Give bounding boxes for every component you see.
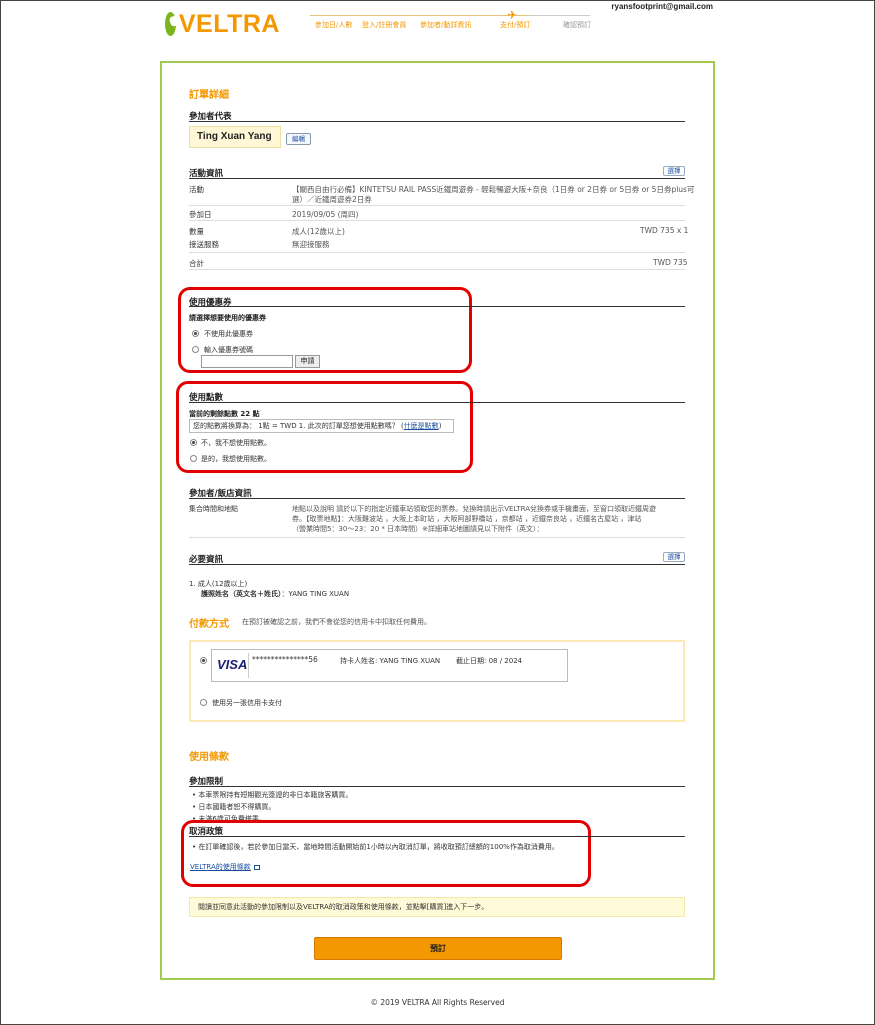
divider (189, 269, 685, 270)
coupon-code-label[interactable]: 輸入優惠券號碼 (204, 345, 253, 355)
order-title: 訂單詳細 (189, 90, 229, 101)
quantity-value: 成人(12歲以上) (292, 227, 345, 236)
date-label: 參加日 (189, 210, 212, 219)
points-yes-label[interactable]: 是的，我想使用點數。 (201, 454, 271, 464)
cancel-item: • 在訂單確認後，若於參加日當天、當地時間活動開始前1小時以內取消訂單，將收取預… (192, 843, 559, 851)
total-value: TWD 735 (653, 258, 688, 267)
other-card-radio[interactable] (200, 699, 207, 706)
edit-button[interactable]: 編輯 (286, 133, 311, 145)
divider (189, 252, 685, 253)
points-no-label[interactable]: 不，我不想使用點數。 (201, 438, 271, 448)
divider (189, 836, 685, 837)
points-yes-radio[interactable] (190, 455, 197, 462)
coupon-none-radio[interactable] (192, 330, 199, 337)
copyright: © 2019 VELTRA All Rights Reserved (370, 998, 505, 1007)
user-email[interactable]: ryansfootprint@gmail.com (611, 2, 713, 11)
divider (189, 786, 685, 787)
activity-label: 活動 (189, 185, 204, 194)
terms-title: 使用條款 (189, 752, 229, 763)
other-card-label[interactable]: 使用另一張信用卡支付 (212, 698, 282, 708)
step-date-people: 參加日/人數 (315, 21, 353, 29)
required-item: 1. 成人(12歲以上) (189, 580, 248, 588)
required-change-button[interactable]: 選擇 (663, 552, 685, 562)
payment-title: 付款方式 (189, 619, 229, 630)
divider (189, 564, 685, 565)
card-holder: 持卡人姓名: YANG TING XUAN (340, 657, 441, 665)
book-button[interactable]: 預訂 (314, 937, 562, 960)
restriction-item: • 日本國籍者恕不得購買。 (192, 803, 276, 811)
payment-note: 在預訂被確認之前，我們不會從您的信用卡中扣取任何費用。 (242, 618, 431, 626)
points-info-text: 您的點數將換算為： 1點 = TWD 1. 此次的訂單您想使用點數嗎？ (193, 422, 399, 430)
cancel-text: 在訂單確認後，若於參加日當天、當地時間活動開始前1小時以內取消訂單，將收取預訂總… (198, 843, 559, 851)
veltra-logo[interactable]: VELTRA (165, 10, 280, 38)
pickup-value: 無迎接服務 (292, 240, 330, 249)
restriction-item: • 本車票限持有短期觀光簽證的非日本籍旅客購買。 (192, 791, 353, 799)
visa-icon: VISA (217, 657, 248, 672)
external-link-icon (253, 864, 260, 870)
divider (189, 498, 685, 499)
restriction-text: 本車票限持有短期觀光簽證的非日本籍旅客購買。 (198, 791, 353, 799)
step-login: 登入/註冊會員 (362, 21, 407, 29)
passport-value: ：YANG TING XUAN (281, 590, 350, 598)
divider (189, 205, 685, 206)
passport-label: 護照姓名（英文名＋姓氏） (201, 590, 282, 598)
divider (189, 402, 685, 403)
meeting-label: 集合時間和地點 (189, 505, 238, 513)
divider (189, 178, 685, 179)
step-payment: 支付/預訂 (500, 21, 531, 29)
divider (189, 220, 685, 221)
restriction-text: 日本國籍者恕不得購買。 (198, 803, 276, 811)
coupon-apply-button[interactable]: 申請 (295, 355, 320, 368)
date-value: 2019/09/05 (周四) (292, 210, 359, 219)
divider (189, 537, 685, 538)
points-balance: 當前的剩餘點數 22 點 (189, 410, 260, 418)
coupon-code-input[interactable] (201, 355, 293, 368)
coupon-code-radio[interactable] (192, 346, 199, 353)
veltra-terms: VELTRA的使用條款 (190, 862, 260, 872)
card-divider (248, 653, 249, 678)
meeting-text-1: 地點以及說明 請於以下的指定近鐵車站領取您的票券。兌換時請出示VELTRA兌換券… (292, 505, 657, 513)
card-expiry: 截止日期: 08 / 2024 (456, 657, 523, 665)
quantity-label: 數量 (189, 227, 204, 236)
divider (189, 306, 685, 307)
meeting-text-3: （營業時間5：30～23：20 * 日本時間）※詳細車站地圖請見以下附件（英文）… (292, 525, 544, 533)
points-info-box: 您的點數將換算為： 1點 = TWD 1. 此次的訂單您想使用點數嗎？ (什麼是… (189, 419, 454, 433)
card-number: ***************56 (252, 655, 318, 664)
points-no-radio[interactable] (190, 439, 197, 446)
activity-change-button[interactable]: 選擇 (663, 166, 685, 176)
participant-name: Ting Xuan Yang (189, 126, 281, 148)
divider (189, 121, 685, 122)
activity-value-line2: 選）／近鐵周遊券2日券 (292, 195, 372, 204)
total-label: 合計 (189, 259, 204, 268)
quantity-price: TWD 735 x 1 (640, 226, 689, 235)
saved-card-radio[interactable] (200, 657, 207, 664)
coupon-none-label[interactable]: 不使用此優惠券 (204, 329, 253, 339)
progress-line-remaining (530, 15, 590, 16)
passport-name-row: 護照姓名（英文名＋姓氏）：YANG TING XUAN (201, 589, 349, 599)
veltra-terms-link[interactable]: VELTRA的使用條款 (190, 863, 251, 871)
cancel-highlight (181, 820, 591, 887)
step-confirm: 確認預訂 (563, 21, 591, 29)
step-participant-info: 參加者/動詳資訊 (420, 21, 472, 29)
logo-text: VELTRA (178, 9, 280, 38)
agree-notice: 閱讀並同意此活動的參加限制以及VELTRA的取消政策和使用條款，並點擊[購買]進… (189, 897, 685, 917)
coupon-prompt: 請選擇想要使用的優惠券 (189, 314, 266, 322)
pickup-label: 接送服務 (189, 240, 219, 249)
meeting-text-2: 券。【取票地點】：大阪難波站 ，大阪上本町站 ，大阪阿部野橋站 ，京都站 ，近鐵… (292, 515, 642, 523)
globe-icon (165, 12, 183, 36)
points-info-link[interactable]: 什麼是點數 (404, 422, 439, 430)
